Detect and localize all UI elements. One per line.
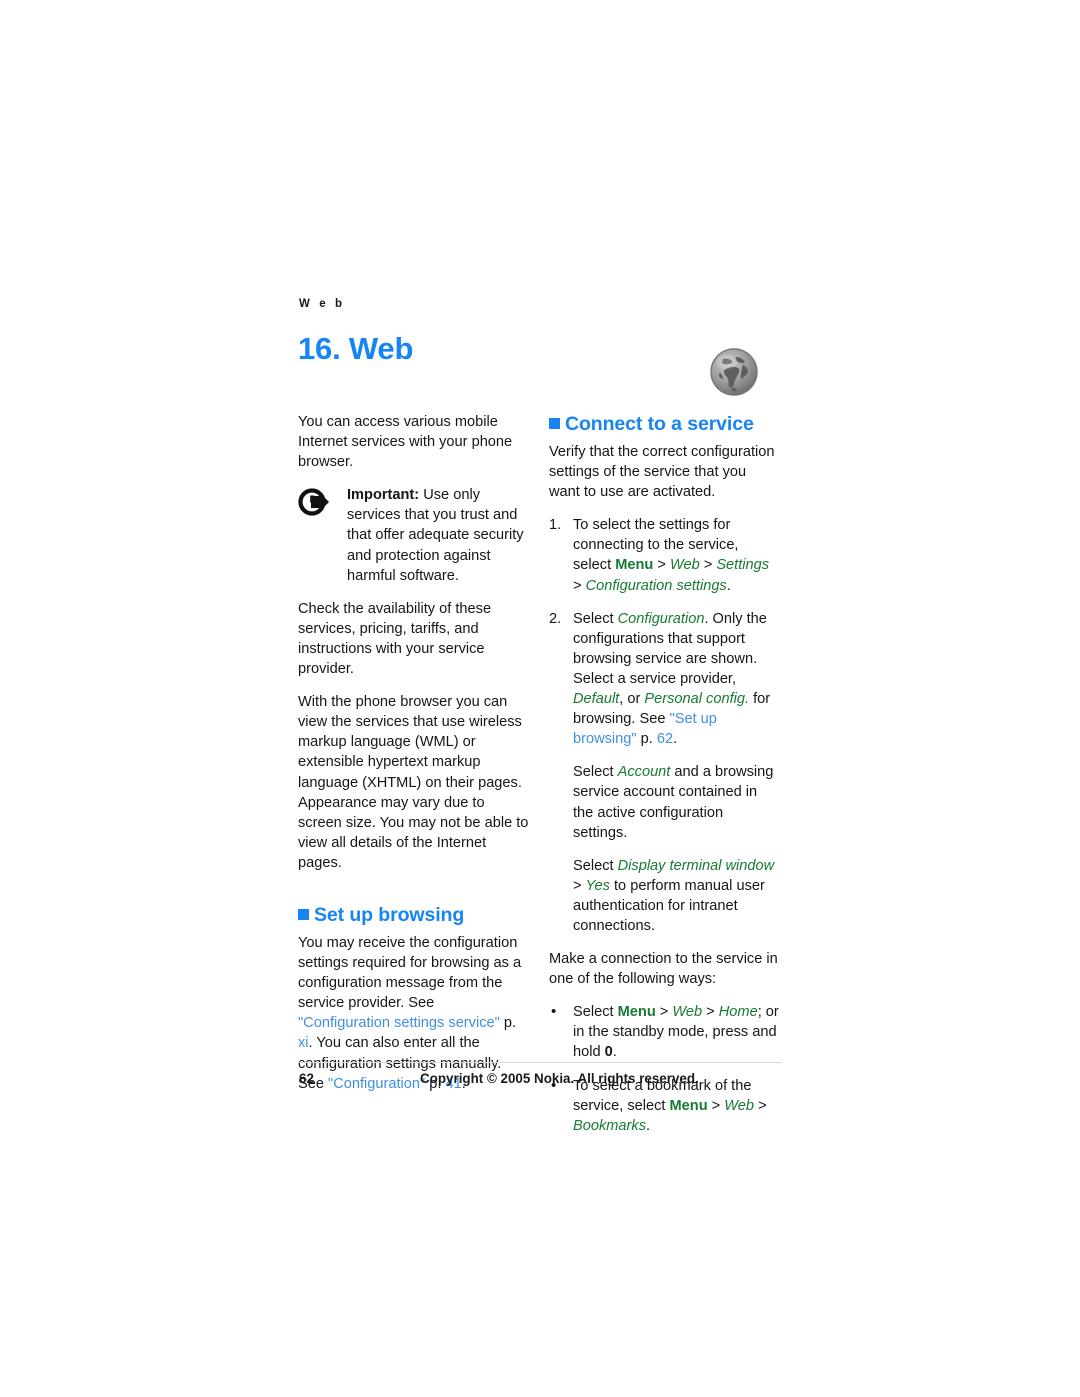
separator: > (699, 557, 717, 574)
browser-support-paragraph: With the phone browser you can view the … (298, 694, 529, 871)
step-sub-paragraph-terminal-window: Select Display terminal window > Yes to … (573, 856, 780, 936)
link-configuration[interactable]: "Configuration" (328, 1076, 425, 1092)
section-heading-connect-to-a-service: Connect to a service (549, 412, 780, 436)
menu-item-account: Account (617, 764, 671, 781)
separator: > (653, 557, 670, 574)
ways-bullet-list: • Select Menu > Web > Home; or in the st… (549, 1002, 780, 1136)
setup-text-1: You may receive the configuration settin… (298, 934, 522, 1012)
section-heading-set-up-browsing: Set up browsing (298, 903, 529, 927)
globe-icon (710, 348, 758, 396)
menu-item-settings: Settings (716, 557, 770, 574)
important-arrow-icon (298, 488, 329, 516)
menu-item-display-terminal-window: Display terminal window (617, 857, 775, 874)
menu-item-web: Web (669, 557, 700, 574)
sub-text-1: Select (573, 857, 618, 874)
step-text-6: . (673, 731, 678, 748)
footer-divider (298, 1062, 782, 1063)
page-number: 62 (299, 1071, 314, 1086)
menu-keyword: Menu (615, 557, 654, 574)
list-item: • Select Menu > Web > Home; or in the st… (549, 1002, 780, 1062)
separator: > (573, 577, 586, 594)
square-bullet-icon (298, 908, 309, 920)
square-bullet-icon (549, 418, 560, 429)
menu-item-home: Home (718, 1004, 758, 1021)
page-title: 16. Web (298, 331, 414, 366)
step-text-2: . (726, 577, 731, 594)
link-page-xi[interactable]: xi (298, 1035, 309, 1051)
step-text-3: , or (619, 691, 645, 708)
important-label: Important: (347, 487, 420, 504)
copyright-notice: Copyright © 2005 Nokia. All rights reser… (420, 1071, 699, 1086)
intro-paragraph: You can access various mobile Internet s… (298, 414, 513, 471)
menu-item-configuration-settings: Configuration settings (585, 577, 727, 594)
separator: > (573, 877, 586, 894)
menu-item-configuration: Configuration (617, 610, 705, 627)
step-number: 1. (549, 517, 562, 534)
connect-intro-paragraph: Verify that the correct configuration se… (549, 444, 775, 501)
link-configuration-settings-service[interactable]: "Configuration settings service" (298, 1015, 500, 1031)
important-note: Important: Use only services that you tr… (298, 485, 529, 585)
step-text-5: p. (636, 731, 657, 748)
ways-intro-paragraph: Make a connection to the service in one … (549, 951, 778, 988)
right-column: Connect to a service Verify that the cor… (549, 412, 780, 1149)
important-note-body: Important: Use only services that you tr… (347, 485, 529, 585)
bullet-text-1: Select (573, 1004, 618, 1021)
left-column: You can access various mobile Internet s… (298, 412, 529, 1107)
manual-page: W e b 16. Web You can access various mob… (0, 0, 1080, 1397)
separator: > (702, 1004, 719, 1021)
step-sub-paragraph-account: Select Account and a browsing service ac… (573, 762, 780, 842)
key-label-zero: 0 (604, 1044, 613, 1061)
menu-item-yes: Yes (585, 877, 610, 894)
sub-text-1: Select (573, 764, 618, 781)
setup-text-2: p. (499, 1015, 517, 1032)
separator: > (707, 1097, 725, 1114)
running-header: W e b (299, 298, 346, 310)
bullet-dot-icon: • (551, 1003, 557, 1021)
menu-item-bookmarks: Bookmarks (573, 1117, 646, 1134)
menu-keyword: Menu (669, 1097, 708, 1114)
menu-keyword: Menu (617, 1004, 656, 1021)
menu-item-web: Web (724, 1097, 755, 1114)
setup-paragraph: You may receive the configuration settin… (298, 933, 529, 1094)
step-item: 2. Select Configuration. Only the config… (549, 609, 780, 936)
menu-item-default: Default (573, 691, 620, 708)
separator: > (655, 1004, 673, 1021)
section-heading-label: Connect to a service (565, 413, 754, 435)
step-text-1: Select (573, 610, 618, 627)
menu-item-web: Web (672, 1004, 703, 1021)
bullet-text-3: . (612, 1044, 617, 1061)
link-page-62[interactable]: 62 (657, 731, 673, 747)
availability-paragraph: Check the availability of these services… (298, 600, 492, 678)
steps-list: 1. To select the settings for connecting… (549, 515, 780, 936)
step-number: 2. (549, 610, 562, 627)
menu-item-personal-config: Personal config. (644, 691, 750, 708)
separator: > (754, 1097, 767, 1114)
section-heading-label: Set up browsing (314, 903, 465, 926)
bullet-text-2: . (646, 1117, 651, 1134)
step-item: 1. To select the settings for connecting… (549, 515, 780, 595)
